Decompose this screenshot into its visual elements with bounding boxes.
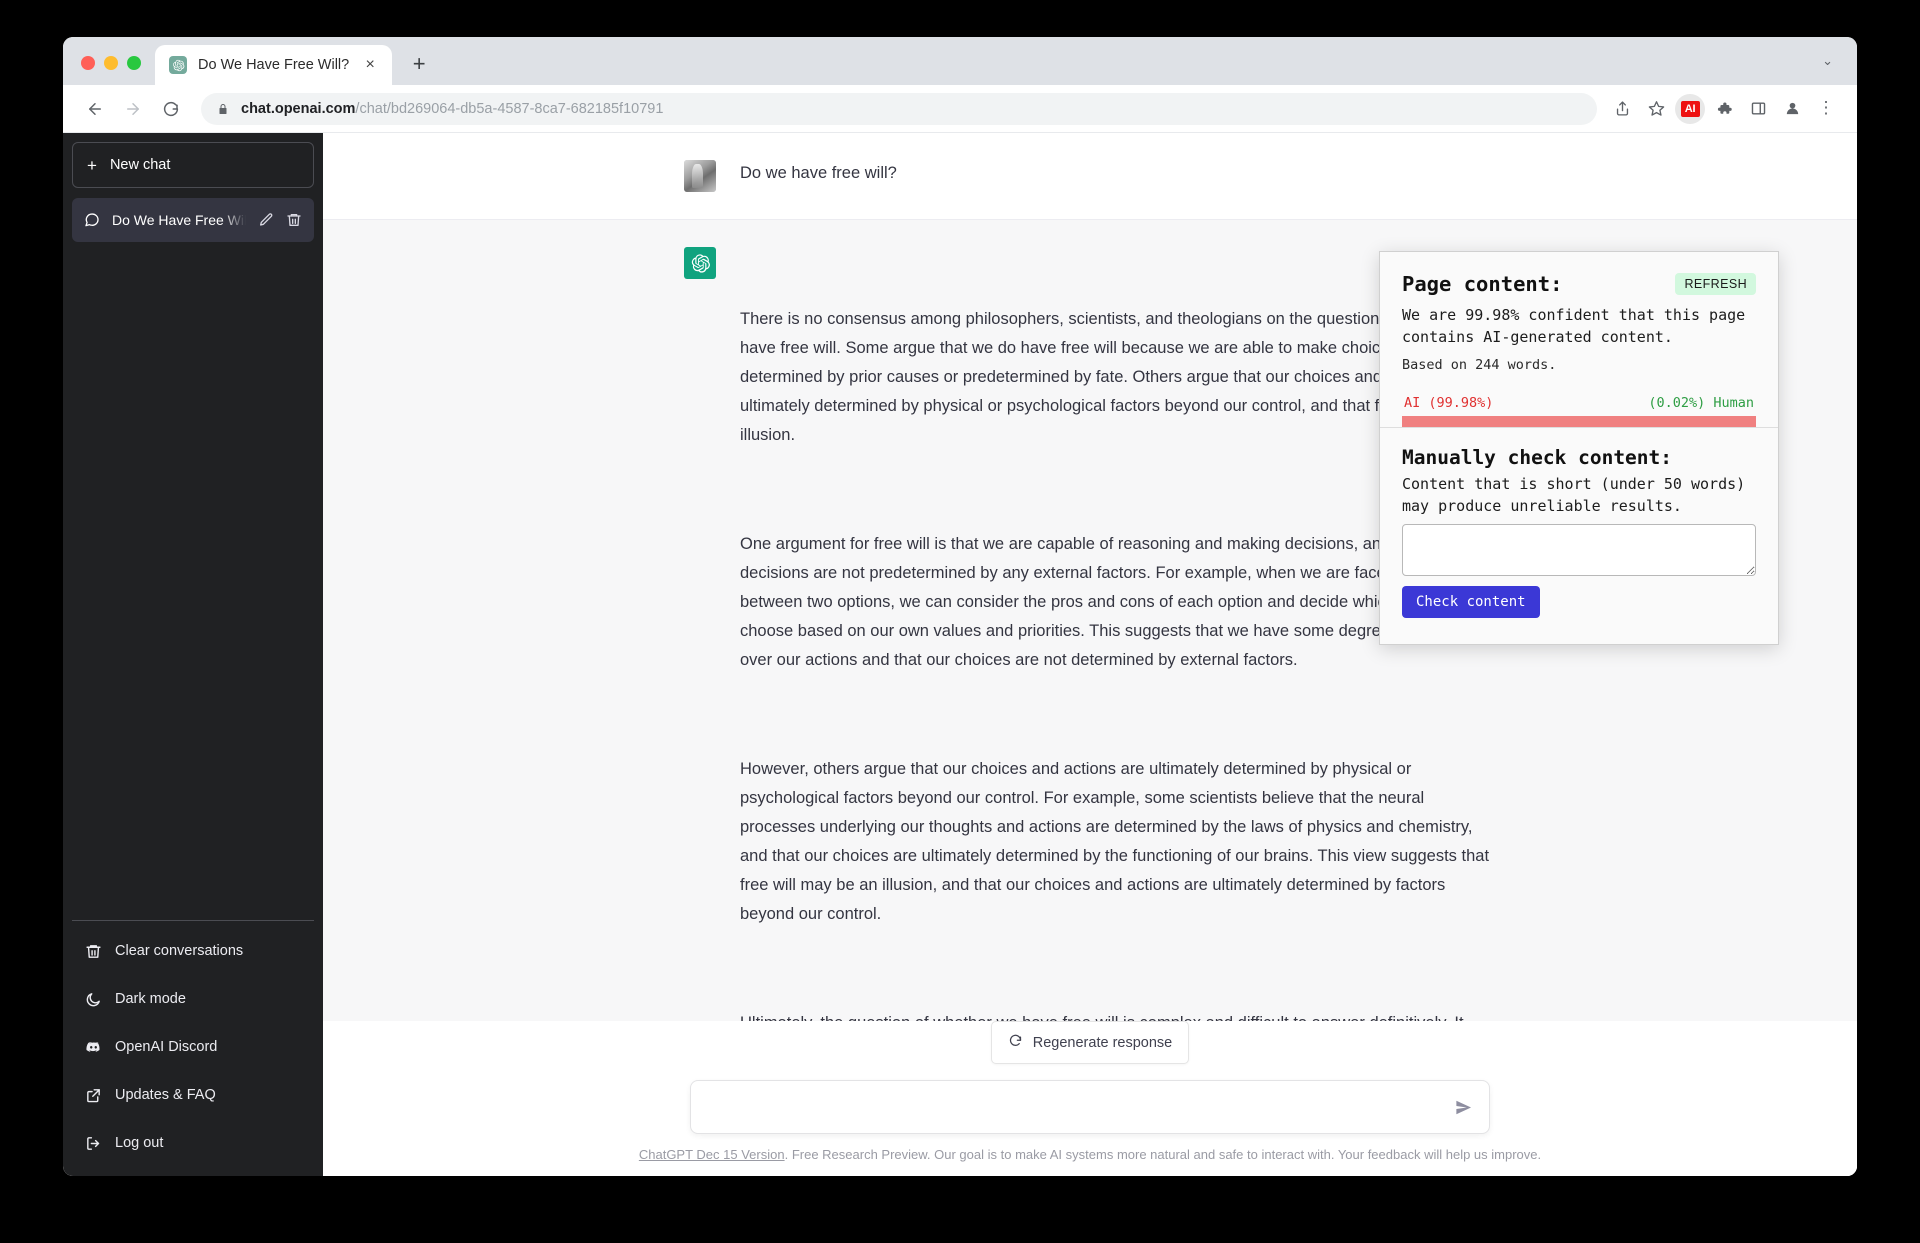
ai-detector-popup: Page content: REFRESH We are 99.98% conf…: [1379, 251, 1779, 645]
side-panel-icon[interactable]: [1743, 94, 1773, 124]
close-window-button[interactable]: [81, 56, 95, 70]
browser-toolbar: chat.openai.com/chat/bd269064-db5a-4587-…: [63, 85, 1857, 133]
profile-icon[interactable]: [1777, 94, 1807, 124]
browser-menu-icon[interactable]: ⋮: [1811, 94, 1841, 124]
version-link[interactable]: ChatGPT Dec 15 Version: [639, 1147, 785, 1162]
popup-manual-check-section: Manually check content: Content that is …: [1380, 428, 1778, 644]
plus-icon: +: [87, 155, 97, 175]
assistant-paragraph: However, others argue that our choices a…: [740, 760, 1494, 923]
popup-header-row: Page content: REFRESH: [1402, 272, 1756, 296]
trash-icon: [85, 943, 102, 960]
chat-sidebar: + New chat Do We Have Free Will? Clear c…: [63, 133, 323, 1176]
sidebar-item-label: OpenAI Discord: [115, 1039, 218, 1055]
star-icon[interactable]: [1641, 94, 1671, 124]
gauge-ai-label: AI (99.98%): [1404, 395, 1494, 411]
edit-icon[interactable]: [258, 212, 274, 228]
sidebar-item-label: Log out: [115, 1135, 164, 1151]
regenerate-row: Regenerate response: [323, 1021, 1857, 1064]
tab-title: Do We Have Free Will?: [198, 57, 350, 73]
url-domain: chat.openai.com: [241, 100, 356, 117]
refresh-button[interactable]: REFRESH: [1675, 273, 1756, 295]
gauge-labels: AI (99.98%) (0.02%) Human: [1402, 395, 1756, 411]
composer-wrap: [323, 1080, 1857, 1134]
sidebar-item-label: Dark mode: [115, 991, 186, 1007]
refresh-icon: [1008, 1033, 1023, 1052]
sidebar-conversation-do-we-have-free-will[interactable]: Do We Have Free Will?: [72, 198, 314, 242]
regenerate-response-button[interactable]: Regenerate response: [990, 1021, 1190, 1064]
manual-check-title: Manually check content:: [1402, 446, 1673, 469]
chat-bubble-icon: [84, 212, 100, 228]
url-path: /chat/bd269064-db5a-4587-8ca7-682185f107…: [355, 100, 664, 117]
browser-tab[interactable]: Do We Have Free Will? ×: [155, 45, 393, 85]
delete-icon[interactable]: [286, 212, 302, 228]
new-tab-button[interactable]: +: [402, 47, 436, 81]
sidebar-item-label: Clear conversations: [115, 943, 244, 959]
external-link-icon: [85, 1087, 102, 1104]
send-icon[interactable]: [1454, 1098, 1473, 1117]
legal-text: . Free Research Preview. Our goal is to …: [784, 1147, 1542, 1162]
chat-composer-area: Regenerate response ChatGPT Dec 15 Versi…: [323, 1021, 1857, 1176]
chat-input[interactable]: [707, 1098, 1454, 1116]
reload-icon[interactable]: [155, 93, 187, 125]
chevron-down-icon[interactable]: ⌄: [1822, 53, 1857, 85]
maximize-window-button[interactable]: [127, 56, 141, 70]
sidebar-item-updates-and-faq[interactable]: Updates & FAQ: [72, 1071, 314, 1119]
window-traffic-lights: [63, 56, 155, 85]
popup-page-content-section: Page content: REFRESH We are 99.98% conf…: [1380, 252, 1778, 427]
back-icon[interactable]: [79, 93, 111, 125]
ai-human-gauge: AI (99.98%) (0.02%) Human: [1402, 395, 1756, 427]
share-icon[interactable]: [1607, 94, 1637, 124]
conversation-title: Do We Have Free Will?: [112, 212, 246, 228]
address-bar[interactable]: chat.openai.com/chat/bd269064-db5a-4587-…: [201, 92, 1597, 125]
avatar: [684, 160, 716, 192]
new-chat-button[interactable]: + New chat: [72, 142, 314, 188]
regenerate-label: Regenerate response: [1032, 1034, 1173, 1051]
lock-icon: [217, 102, 229, 116]
manual-check-hint: Content that is short (under 50 words) m…: [1402, 475, 1746, 515]
new-chat-label: New chat: [109, 157, 171, 173]
sidebar-item-label: Updates & FAQ: [115, 1087, 216, 1103]
gauge-human-label: (0.02%) Human: [1648, 395, 1754, 411]
logout-icon: [85, 1135, 102, 1152]
browser-window: Do We Have Free Will? × + ⌄ chat.openai.…: [63, 37, 1857, 1176]
composer[interactable]: [690, 1080, 1490, 1134]
toolbar-actions: AI ⋮: [1607, 93, 1841, 124]
moon-icon: [85, 991, 102, 1008]
puzzle-icon[interactable]: [1709, 94, 1739, 124]
page-viewport: + New chat Do We Have Free Will? Clear c…: [63, 133, 1857, 1176]
ai-extension-label: AI: [1680, 100, 1700, 117]
minimize-window-button[interactable]: [104, 56, 118, 70]
chatgpt-icon: [169, 56, 187, 74]
assistant-paragraph: Ultimately, the question of whether we h…: [740, 1009, 1496, 1021]
url-text: chat.openai.com/chat/bd269064-db5a-4587-…: [241, 101, 663, 117]
close-icon[interactable]: ×: [360, 55, 380, 75]
tab-strip: Do We Have Free Will? × + ⌄: [63, 37, 1857, 85]
sidebar-item-dark-mode[interactable]: Dark mode: [72, 975, 314, 1023]
forward-icon[interactable]: [117, 93, 149, 125]
confidence-text: We are 99.98% confident that this page c…: [1402, 306, 1746, 346]
manual-content-textarea[interactable]: [1402, 524, 1756, 576]
user-message-row: Do we have free will?: [323, 133, 1857, 219]
legal-footer: ChatGPT Dec 15 Version. Free Research Pr…: [323, 1147, 1857, 1162]
popup-title: Page content:: [1402, 272, 1563, 296]
word-count-text: Based on 244 words.: [1402, 357, 1557, 373]
sidebar-item-clear-conversations[interactable]: Clear conversations: [72, 927, 314, 975]
sidebar-item-openai-discord[interactable]: OpenAI Discord: [72, 1023, 314, 1071]
ai-detector-extension-button[interactable]: AI: [1675, 93, 1705, 124]
sidebar-footer: Clear conversations Dark mode OpenAI Dis…: [72, 920, 314, 1167]
sidebar-item-log-out[interactable]: Log out: [72, 1119, 314, 1167]
chatgpt-icon: [684, 247, 716, 279]
gauge-bar: [1402, 416, 1756, 427]
check-content-button[interactable]: Check content: [1402, 586, 1540, 618]
user-message-text: Do we have free will?: [740, 164, 897, 182]
discord-icon: [85, 1039, 102, 1056]
